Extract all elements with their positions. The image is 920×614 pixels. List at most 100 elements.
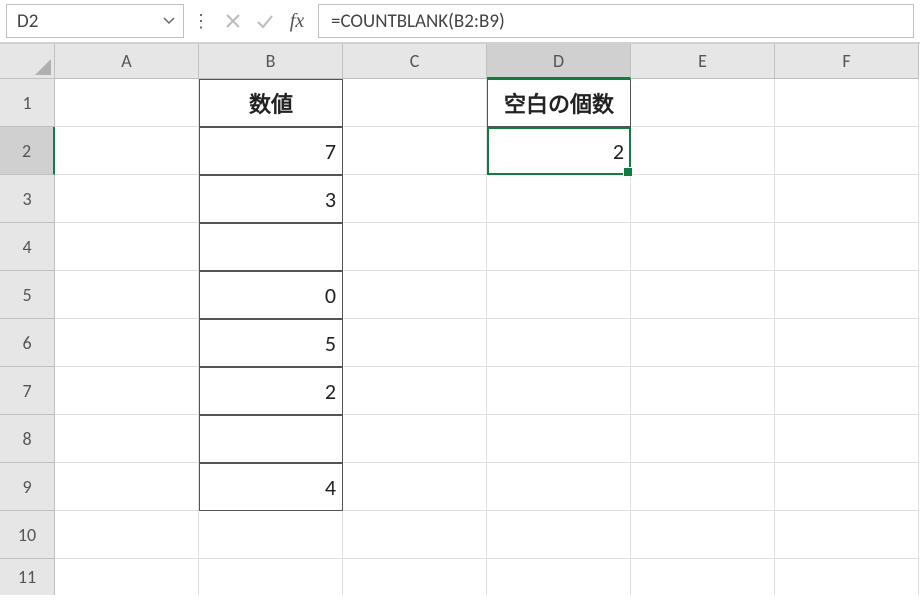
row-header-8[interactable]: 8 — [0, 415, 55, 463]
cell-a5[interactable] — [55, 271, 199, 319]
cell-c10[interactable] — [343, 511, 487, 559]
cell-a11[interactable] — [55, 559, 199, 595]
col-header-a[interactable]: A — [55, 44, 199, 79]
formula-bar-icons: fx — [218, 4, 312, 38]
cell-f5[interactable] — [775, 271, 919, 319]
col-header-b[interactable]: B — [199, 44, 343, 79]
cell-e10[interactable] — [631, 511, 775, 559]
cell-a1[interactable] — [55, 79, 199, 127]
cell-e8[interactable] — [631, 415, 775, 463]
cell-b11[interactable] — [199, 559, 343, 595]
cell-c2[interactable] — [343, 127, 487, 175]
cell-b8[interactable] — [199, 415, 343, 463]
cell-e2[interactable] — [631, 127, 775, 175]
cell-c4[interactable] — [343, 223, 487, 271]
col-header-c[interactable]: C — [343, 44, 487, 79]
cell-f7[interactable] — [775, 367, 919, 415]
cell-e3[interactable] — [631, 175, 775, 223]
cell-d10[interactable] — [487, 511, 631, 559]
cell-e9[interactable] — [631, 463, 775, 511]
cell-e6[interactable] — [631, 319, 775, 367]
cell-b10[interactable] — [199, 511, 343, 559]
row-header-4[interactable]: 4 — [0, 223, 55, 271]
cell-d3[interactable] — [487, 175, 631, 223]
cell-d4[interactable] — [487, 223, 631, 271]
cell-b4[interactable] — [199, 223, 343, 271]
cell-f8[interactable] — [775, 415, 919, 463]
cell-b1[interactable]: 数値 — [199, 79, 343, 127]
row-header-2[interactable]: 2 — [0, 127, 55, 175]
cell-f9[interactable] — [775, 463, 919, 511]
cell-c3[interactable] — [343, 175, 487, 223]
cell-f6[interactable] — [775, 319, 919, 367]
table-row — [55, 415, 919, 463]
col-header-e[interactable]: E — [631, 44, 775, 79]
col-header-d[interactable]: D — [487, 44, 631, 79]
cell-c5[interactable] — [343, 271, 487, 319]
row-header-10[interactable]: 10 — [0, 511, 55, 559]
row-header-6[interactable]: 6 — [0, 319, 55, 367]
cell-f4[interactable] — [775, 223, 919, 271]
cell-d2[interactable]: 2 — [487, 127, 631, 175]
cell-b5[interactable]: 0 — [199, 271, 343, 319]
cell-d9[interactable] — [487, 463, 631, 511]
cell-d8[interactable] — [487, 415, 631, 463]
cell-d6[interactable] — [487, 319, 631, 367]
row-header-7[interactable]: 7 — [0, 367, 55, 415]
cell-b9[interactable]: 4 — [199, 463, 343, 511]
cell-c6[interactable] — [343, 319, 487, 367]
cell-b6[interactable]: 5 — [199, 319, 343, 367]
cell-a8[interactable] — [55, 415, 199, 463]
cell-d1[interactable]: 空白の個数 — [487, 79, 631, 127]
cell-c11[interactable] — [343, 559, 487, 595]
cell-d7[interactable] — [487, 367, 631, 415]
cell-a3[interactable] — [55, 175, 199, 223]
cell-a6[interactable] — [55, 319, 199, 367]
select-all-corner[interactable] — [0, 44, 55, 79]
name-box-value: D2 — [7, 10, 155, 33]
cell-e1[interactable] — [631, 79, 775, 127]
row-header-5[interactable]: 5 — [0, 271, 55, 319]
table-row — [55, 511, 919, 559]
table-row: 5 — [55, 319, 919, 367]
col-header-f[interactable]: F — [775, 44, 919, 79]
cell-e11[interactable] — [631, 559, 775, 595]
cancel-icon — [218, 6, 248, 36]
row-header-11[interactable]: 11 — [0, 559, 55, 595]
cell-a4[interactable] — [55, 223, 199, 271]
cell-e5[interactable] — [631, 271, 775, 319]
cells-container: 数値 空白の個数 7 2 3 — [55, 79, 919, 595]
cell-f11[interactable] — [775, 559, 919, 595]
name-box[interactable]: D2 — [6, 4, 184, 38]
cell-a9[interactable] — [55, 463, 199, 511]
cell-c8[interactable] — [343, 415, 487, 463]
table-row: 数値 空白の個数 — [55, 79, 919, 127]
table-row — [55, 559, 919, 595]
cell-e7[interactable] — [631, 367, 775, 415]
cell-b7[interactable]: 2 — [199, 367, 343, 415]
cell-c7[interactable] — [343, 367, 487, 415]
cell-c1[interactable] — [343, 79, 487, 127]
cell-f1[interactable] — [775, 79, 919, 127]
cell-e4[interactable] — [631, 223, 775, 271]
cell-f2[interactable] — [775, 127, 919, 175]
cell-b3[interactable]: 3 — [199, 175, 343, 223]
row-header-3[interactable]: 3 — [0, 175, 55, 223]
row-header-1[interactable]: 1 — [0, 79, 55, 127]
fx-icon[interactable]: fx — [282, 6, 312, 36]
formula-input[interactable]: =COUNTBLANK(B2:B9) — [318, 4, 914, 38]
cell-d5[interactable] — [487, 271, 631, 319]
cell-a7[interactable] — [55, 367, 199, 415]
chevron-down-icon[interactable] — [155, 5, 183, 37]
cell-c9[interactable] — [343, 463, 487, 511]
cell-a10[interactable] — [55, 511, 199, 559]
cell-a2[interactable] — [55, 127, 199, 175]
table-row: 0 — [55, 271, 919, 319]
vertical-dots-icon[interactable]: ⋮ — [190, 10, 212, 32]
cell-b2[interactable]: 7 — [199, 127, 343, 175]
cell-d11[interactable] — [487, 559, 631, 595]
row-header-9[interactable]: 9 — [0, 463, 55, 511]
formula-bar: D2 ⋮ fx =COUNTBLANK(B2:B9) — [0, 0, 920, 44]
cell-f10[interactable] — [775, 511, 919, 559]
cell-f3[interactable] — [775, 175, 919, 223]
